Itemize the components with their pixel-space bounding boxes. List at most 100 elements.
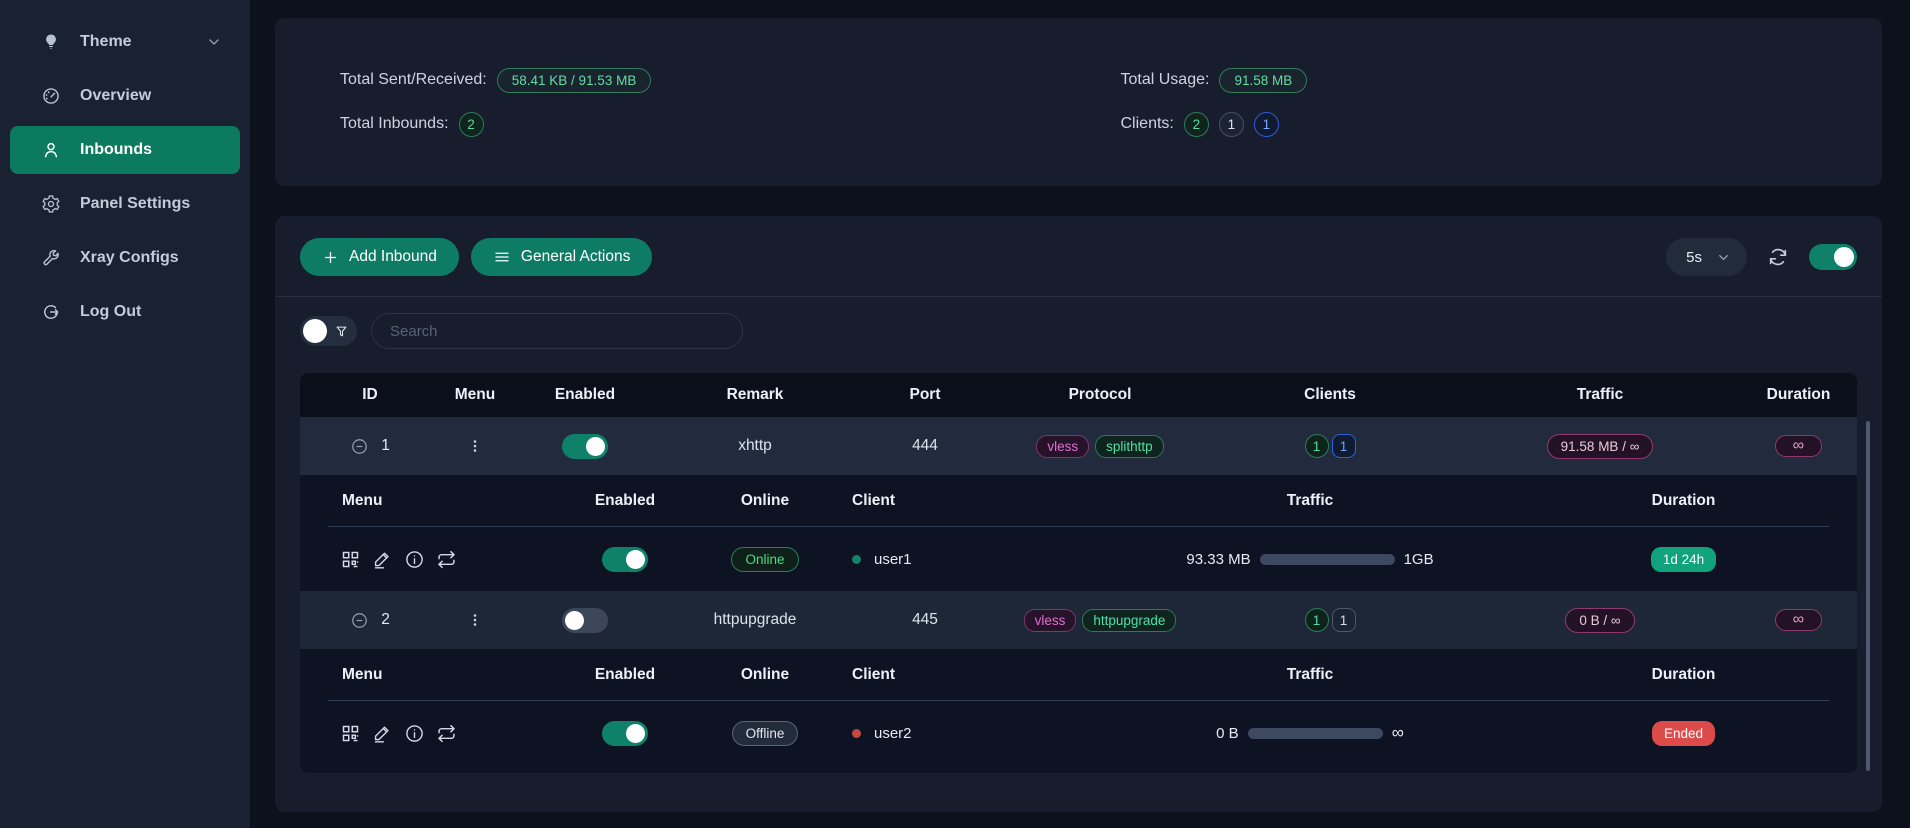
chevron-down-icon [1716, 250, 1731, 265]
info-icon[interactable] [404, 723, 425, 744]
plus-icon [322, 249, 339, 266]
client-duration-badge: Ended [1652, 721, 1715, 746]
sub-col-online: Online [700, 492, 830, 510]
info-icon[interactable] [404, 549, 425, 570]
inbounds-panel-card: Add Inbound General Actions 5s [275, 216, 1882, 812]
inbound-port: 445 [850, 611, 1000, 629]
sent-received-badge: 58.41 KB / 91.53 MB [497, 68, 652, 93]
clients-badge-blue: 1 [1254, 112, 1279, 137]
filter-chip[interactable] [300, 316, 357, 346]
search-row [300, 313, 1857, 349]
online-status-badge: Online [731, 547, 798, 572]
stat-sent-received: Total Sent/Received: 58.41 KB / 91.53 MB [340, 66, 1079, 94]
toggle-knob [565, 611, 584, 630]
sidebar: Theme Overview Inbounds Panel Settings [0, 0, 250, 828]
sidebar-item-overview[interactable]: Overview [10, 72, 240, 120]
sidebar-item-label: Panel Settings [80, 195, 190, 213]
edit-icon[interactable] [372, 723, 393, 744]
sidebar-item-theme[interactable]: Theme [10, 18, 240, 66]
toggle-knob [1834, 247, 1854, 267]
search-input[interactable] [371, 313, 743, 349]
add-inbound-button[interactable]: Add Inbound [300, 238, 459, 276]
sub-col-duration: Duration [1510, 492, 1857, 510]
app-root: Theme Overview Inbounds Panel Settings [0, 0, 1910, 828]
stat-label: Total Inbounds: [340, 115, 449, 133]
main-content: Total Sent/Received: 58.41 KB / 91.53 MB… [250, 0, 1910, 828]
client-row: Offline user2 0 B ∞ Ended [300, 701, 1857, 765]
table-header-row: ID Menu Enabled Remark Port Protocol Cli… [300, 373, 1857, 417]
sidebar-item-logout[interactable]: Log Out [10, 288, 240, 336]
sidebar-item-label: Xray Configs [80, 249, 179, 267]
qrcode-icon[interactable] [340, 549, 361, 570]
sub-col-client: Client [830, 666, 1110, 684]
inbound-id: 1 [381, 437, 390, 455]
protocol-tag: splithttp [1095, 435, 1164, 458]
clients-badge-gray: 1 [1219, 112, 1244, 137]
client-enabled-toggle[interactable] [602, 721, 648, 746]
stat-total-inbounds: Total Inbounds: 2 [340, 110, 1079, 138]
col-header-clients: Clients [1200, 386, 1460, 404]
general-actions-label: General Actions [521, 248, 630, 266]
toggle-knob [626, 724, 645, 743]
stat-total-usage: Total Usage: 91.58 MB [1121, 66, 1883, 94]
client-count-badge: 1 [1305, 434, 1329, 458]
bulb-icon [40, 31, 62, 53]
col-header-id: ID [300, 386, 440, 404]
sub-col-menu: Menu [300, 492, 550, 510]
collapse-icon[interactable] [350, 437, 369, 456]
col-header-enabled: Enabled [510, 386, 660, 404]
refresh-icon[interactable] [1767, 246, 1789, 268]
inbound-enabled-toggle[interactable] [562, 434, 608, 459]
col-header-port: Port [850, 386, 1000, 404]
sub-col-client: Client [830, 492, 1110, 510]
traffic-progress-bar [1260, 554, 1395, 565]
client-status-dot [852, 555, 861, 564]
client-subtable-1: Menu Enabled Online Client Traffic Durat… [300, 475, 1857, 591]
inbound-row-2: 2 httpupgrade 445 vless httpupgrade [300, 591, 1857, 649]
sub-col-enabled: Enabled [550, 666, 700, 684]
sub-col-menu: Menu [300, 666, 550, 684]
protocol-tag: vless [1024, 609, 1077, 632]
client-row: Online user1 93.33 MB 1GB 1d 24h [300, 527, 1857, 591]
qrcode-icon[interactable] [340, 723, 361, 744]
add-inbound-label: Add Inbound [349, 248, 437, 266]
repeat-icon[interactable] [436, 723, 457, 744]
traffic-total: 1GB [1404, 551, 1434, 568]
col-header-menu: Menu [440, 386, 510, 404]
sidebar-item-inbounds[interactable]: Inbounds [10, 126, 240, 174]
col-header-remark: Remark [660, 386, 850, 404]
filter-toggle-knob[interactable] [303, 319, 327, 343]
sub-col-traffic: Traffic [1110, 666, 1510, 684]
collapse-icon[interactable] [350, 611, 369, 630]
client-subtable-2: Menu Enabled Online Client Traffic Durat… [300, 649, 1857, 773]
chevron-down-icon [206, 34, 222, 50]
sidebar-item-label: Overview [80, 87, 151, 105]
sidebar-item-xray-configs[interactable]: Xray Configs [10, 234, 240, 282]
duration-badge: ∞ [1775, 609, 1822, 631]
toolbar: Add Inbound General Actions 5s [300, 238, 1857, 276]
general-actions-button[interactable]: General Actions [471, 238, 652, 276]
traffic-badge: 0 B / ∞ [1565, 608, 1634, 633]
toggle-knob [626, 550, 645, 569]
stats-left-column: Total Sent/Received: 58.41 KB / 91.53 MB… [275, 66, 1079, 138]
sidebar-item-panel-settings[interactable]: Panel Settings [10, 180, 240, 228]
gauge-icon [40, 85, 62, 107]
repeat-icon[interactable] [436, 549, 457, 570]
edit-icon[interactable] [372, 549, 393, 570]
client-status-dot [852, 729, 861, 738]
table-scrollbar[interactable] [1866, 421, 1870, 771]
client-name: user1 [874, 551, 912, 568]
online-status-badge: Offline [732, 721, 799, 746]
client-name: user2 [874, 725, 912, 742]
auto-refresh-toggle[interactable] [1809, 244, 1857, 270]
inbound-enabled-toggle[interactable] [562, 608, 608, 633]
clients-badge-green: 2 [1184, 112, 1209, 137]
protocol-tag: httpupgrade [1082, 609, 1176, 632]
sidebar-item-label: Inbounds [80, 141, 152, 159]
refresh-interval-select[interactable]: 5s [1666, 238, 1747, 276]
row-menu-icon[interactable] [466, 437, 484, 455]
traffic-progress-bar [1248, 728, 1383, 739]
row-menu-icon[interactable] [466, 611, 484, 629]
client-enabled-toggle[interactable] [602, 547, 648, 572]
subtable-header-row: Menu Enabled Online Client Traffic Durat… [300, 475, 1857, 527]
